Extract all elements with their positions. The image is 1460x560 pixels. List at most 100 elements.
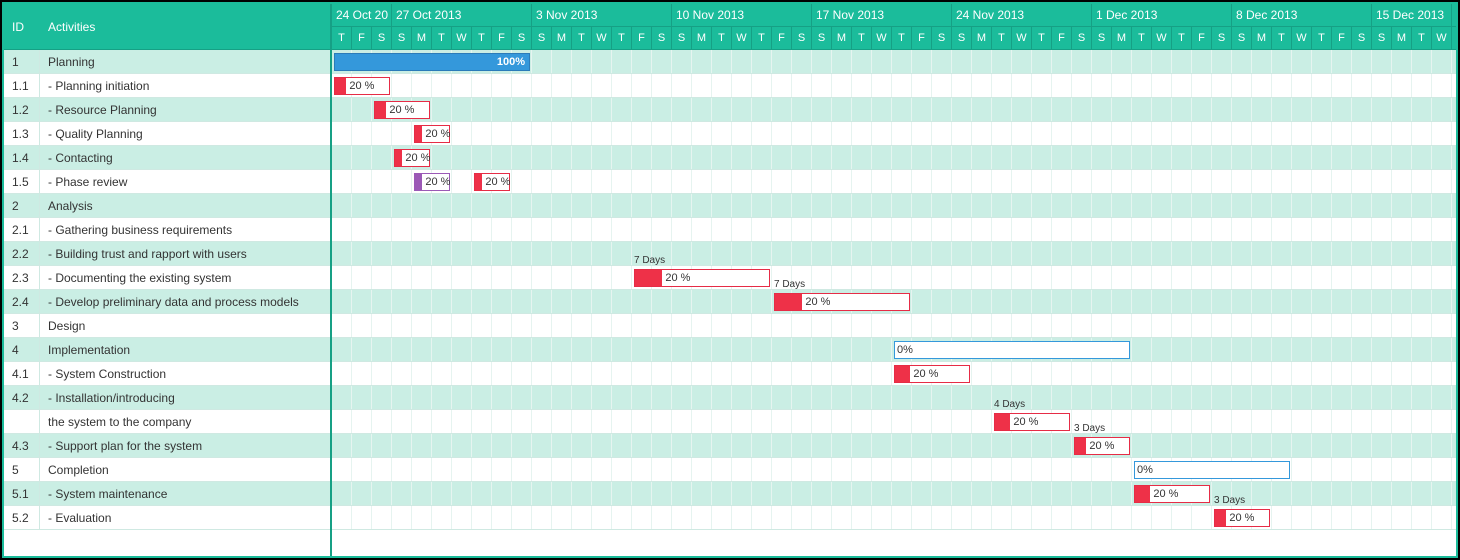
chart-row[interactable]: 20 %: [332, 74, 1456, 98]
cell-activity: - Resource Planning: [40, 103, 330, 117]
cell-id: 1.5: [4, 170, 40, 193]
table-row[interactable]: 1.5 - Phase review: [4, 170, 330, 194]
col-activities[interactable]: Activities: [40, 20, 330, 34]
table-row[interactable]: 4.3 - Support plan for the system: [4, 434, 330, 458]
col-id[interactable]: ID: [4, 20, 40, 34]
day-cell: S: [392, 27, 412, 49]
header: ID Activities 24 Oct 2027 Oct 20133 Nov …: [4, 4, 1456, 50]
gantt-bar[interactable]: 20 %: [634, 269, 770, 287]
chart-row[interactable]: 20 %: [332, 146, 1456, 170]
day-cell: S: [372, 27, 392, 49]
chart-row[interactable]: [332, 194, 1456, 218]
table-row[interactable]: 1.2 - Resource Planning: [4, 98, 330, 122]
body: 1Planning1.1 - Planning initiation1.2 - …: [4, 50, 1456, 556]
day-cell: T: [712, 27, 732, 49]
day-cell: T: [1132, 27, 1152, 49]
gantt-bar[interactable]: 20 %: [1214, 509, 1270, 527]
gantt-bar[interactable]: 20 %: [1074, 437, 1130, 455]
gantt-bar[interactable]: 0%: [1134, 461, 1290, 479]
chart-row[interactable]: 20 %: [332, 122, 1456, 146]
table-row[interactable]: 4.2 - Installation/introducing: [4, 386, 330, 410]
cell-id: 5: [4, 458, 40, 481]
chart-row[interactable]: 0%: [332, 338, 1456, 362]
duration-label: 7 Days: [634, 255, 665, 266]
day-cell: T: [1172, 27, 1192, 49]
day-cell: S: [1072, 27, 1092, 49]
table-row[interactable]: 1.4 - Contacting: [4, 146, 330, 170]
day-cell: T: [992, 27, 1012, 49]
table-row[interactable]: 1.3 - Quality Planning: [4, 122, 330, 146]
gantt-bar[interactable]: 20 %: [414, 125, 450, 143]
day-cell: S: [1232, 27, 1252, 49]
chart-row[interactable]: [332, 386, 1456, 410]
duration-label: 4 Days: [994, 399, 1025, 410]
chart-row[interactable]: 20 % 7 Days: [332, 266, 1456, 290]
table-row[interactable]: 4.1 - System Construction: [4, 362, 330, 386]
chart-row[interactable]: 20 %: [332, 482, 1456, 506]
table-row[interactable]: 2.3 - Documenting the existing system: [4, 266, 330, 290]
day-cell: S: [792, 27, 812, 49]
cell-activity: - Installation/introducing: [40, 391, 330, 405]
gantt-bar[interactable]: 20 %: [774, 293, 910, 311]
gantt-bar[interactable]: 20 %: [474, 173, 510, 191]
day-cell: T: [472, 27, 492, 49]
chart-row[interactable]: 20 %3 Days: [332, 434, 1456, 458]
chart-row[interactable]: [332, 218, 1456, 242]
cell-activity: - Planning initiation: [40, 79, 330, 93]
table-row[interactable]: 2Analysis: [4, 194, 330, 218]
cell-activity: - System maintenance: [40, 487, 330, 501]
table-row[interactable]: 2.4 - Develop preliminary data and proce…: [4, 290, 330, 314]
cell-id: 1.4: [4, 146, 40, 169]
chart-row[interactable]: [332, 242, 1456, 266]
table-row[interactable]: 5.1 - System maintenance: [4, 482, 330, 506]
table-row[interactable]: 4Implementation: [4, 338, 330, 362]
date-group: 8 Dec 2013: [1232, 4, 1372, 26]
chart-row[interactable]: 20 %: [332, 98, 1456, 122]
chart-row[interactable]: 20 %3 Days: [332, 506, 1456, 530]
table-row[interactable]: 3Design: [4, 314, 330, 338]
gantt-bar[interactable]: 20 %: [394, 149, 430, 167]
table-row[interactable]: 5Completion: [4, 458, 330, 482]
cell-activity: - Contacting: [40, 151, 330, 165]
table-row[interactable]: 5.2 - Evaluation: [4, 506, 330, 530]
cell-id: 1.3: [4, 122, 40, 145]
gantt-bar[interactable]: 20 %: [414, 173, 450, 191]
gantt-chart: ID Activities 24 Oct 2027 Oct 20133 Nov …: [2, 2, 1458, 558]
table-row[interactable]: 1.1 - Planning initiation: [4, 74, 330, 98]
chart-panel[interactable]: 100%20 %20 %20 %20 %20 %20 %20 %7 Days20…: [332, 50, 1456, 556]
gantt-bar[interactable]: 20 %: [374, 101, 430, 119]
table-row[interactable]: the system to the company: [4, 410, 330, 434]
cell-id: 4.1: [4, 362, 40, 385]
gantt-bar[interactable]: 20 %: [894, 365, 970, 383]
gantt-bar[interactable]: 20 %: [334, 77, 390, 95]
cell-activity: the system to the company: [40, 415, 330, 429]
chart-row[interactable]: [332, 314, 1456, 338]
chart-row[interactable]: 0%: [332, 458, 1456, 482]
cell-id: 1: [4, 50, 40, 73]
day-cell: S: [812, 27, 832, 49]
chart-row[interactable]: 20 % 20 %: [332, 170, 1456, 194]
cell-activity: - Gathering business requirements: [40, 223, 330, 237]
gantt-bar[interactable]: 100%: [334, 53, 530, 71]
day-cell: M: [412, 27, 432, 49]
table-row[interactable]: 2.1 - Gathering business requirements: [4, 218, 330, 242]
day-cell: M: [692, 27, 712, 49]
gantt-bar[interactable]: 20 %: [1134, 485, 1210, 503]
header-timeline: 24 Oct 2027 Oct 20133 Nov 201310 Nov 201…: [332, 4, 1456, 49]
gantt-bar[interactable]: 0%: [894, 341, 1130, 359]
cell-id: [4, 410, 40, 433]
cell-activity: - Phase review: [40, 175, 330, 189]
chart-row[interactable]: 20 %4 Days: [332, 410, 1456, 434]
table-row[interactable]: 1Planning: [4, 50, 330, 74]
chart-row[interactable]: 20 %7 Days: [332, 290, 1456, 314]
cell-activity: - Evaluation: [40, 511, 330, 525]
cell-activity: Completion: [40, 463, 330, 477]
table-row[interactable]: 2.2 - Building trust and rapport with us…: [4, 242, 330, 266]
duration-label: 7 Days: [774, 279, 805, 290]
chart-row[interactable]: 20 %: [332, 362, 1456, 386]
chart-row[interactable]: 100%: [332, 50, 1456, 74]
cell-id: 4: [4, 338, 40, 361]
day-cell: F: [492, 27, 512, 49]
cell-activity: - Quality Planning: [40, 127, 330, 141]
gantt-bar[interactable]: 20 %: [994, 413, 1070, 431]
